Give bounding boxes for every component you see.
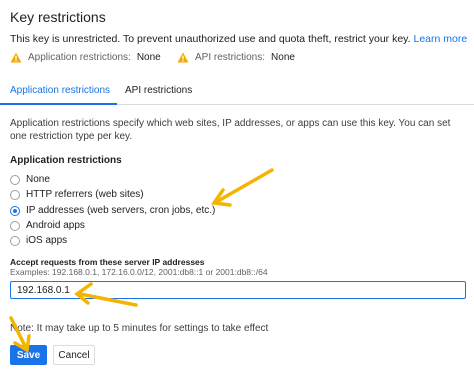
warning-icon — [10, 52, 22, 63]
ip-address-input[interactable] — [10, 281, 466, 299]
active-tab-indicator — [0, 103, 117, 105]
radio-option-ios-apps[interactable]: iOS apps — [10, 235, 67, 246]
learn-more-link[interactable]: Learn more — [414, 33, 468, 45]
radio-label: IP addresses (web servers, cron jobs, et… — [26, 205, 216, 216]
arrow-to-ip-option — [210, 168, 274, 207]
radio-option-ip-addresses[interactable]: IP addresses (web servers, cron jobs, et… — [10, 205, 215, 216]
propagation-note: Note: It may take up to 5 minutes for se… — [10, 323, 269, 334]
radio-button[interactable] — [10, 220, 20, 231]
radio-button[interactable] — [10, 189, 20, 200]
api-restriction-value: None — [271, 52, 295, 63]
app-restriction-value: None — [136, 52, 161, 63]
radio-option-http-referrers[interactable]: HTTP referrers (web sites) — [10, 189, 144, 200]
save-button[interactable]: Save — [10, 345, 47, 365]
tab-bar: Application restrictions API restriction… — [0, 79, 474, 105]
radio-label: None — [26, 174, 50, 185]
ip-examples-hint: Examples: 192.168.0.1, 172.16.0.0/12, 20… — [10, 267, 268, 277]
api-restriction-status: API restrictions: None — [177, 52, 295, 63]
radio-button[interactable] — [10, 174, 20, 185]
unrestricted-warning: This key is unrestricted. To prevent una… — [10, 33, 467, 45]
restrictions-section-title: Application restrictions — [10, 155, 122, 166]
tab-api-restrictions[interactable]: API restrictions — [125, 85, 192, 96]
ip-field-label: Accept requests from these server IP add… — [10, 257, 205, 267]
api-restriction-label: API restrictions: — [195, 52, 266, 63]
cancel-button[interactable]: Cancel — [53, 345, 95, 365]
app-restriction-label: Application restrictions: — [28, 52, 131, 63]
warning-icon — [177, 52, 189, 63]
radio-label: iOS apps — [26, 235, 68, 246]
restriction-description: Application restrictions specify which w… — [10, 118, 451, 142]
tab-application-restrictions[interactable]: Application restrictions — [10, 85, 110, 96]
app-restriction-status: Application restrictions: None — [10, 52, 161, 63]
radio-button-selected[interactable] — [10, 205, 20, 216]
radio-option-none[interactable]: None — [10, 174, 50, 185]
radio-option-android-apps[interactable]: Android apps — [10, 220, 85, 231]
radio-button[interactable] — [10, 235, 20, 246]
page-title: Key restrictions — [10, 9, 106, 25]
radio-label: HTTP referrers (web sites) — [26, 189, 144, 200]
warning-text: This key is unrestricted. To prevent una… — [10, 33, 411, 45]
radio-label: Android apps — [26, 220, 85, 231]
